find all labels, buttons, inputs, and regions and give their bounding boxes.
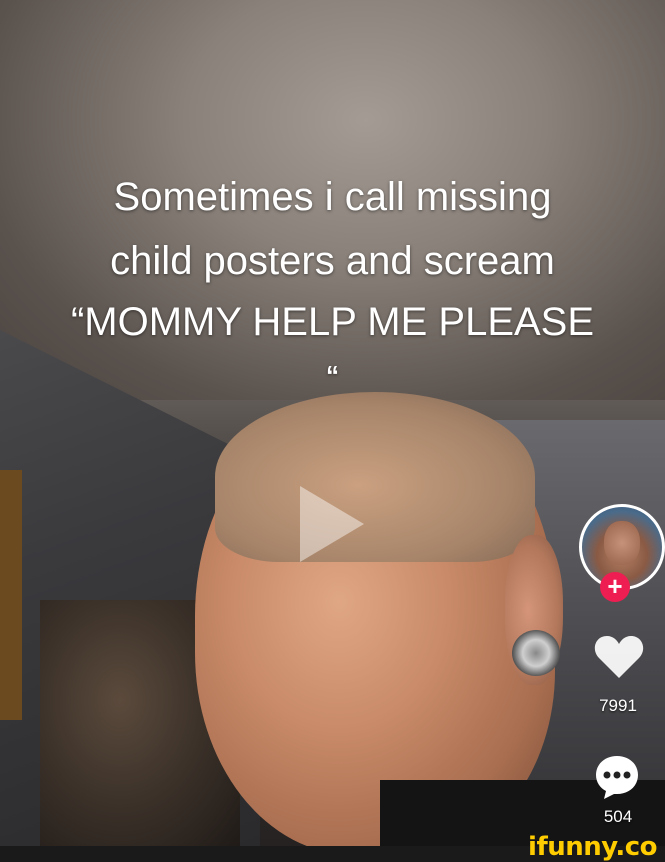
caption-line-2: child posters and scream	[110, 239, 555, 283]
person-scalp	[215, 392, 535, 562]
comments-count: 504	[603, 807, 633, 826]
caption-line-4: “	[326, 360, 339, 390]
caption-line-3: “MOMMY HELP ME PLEASE	[70, 300, 595, 344]
likes-count: 7991	[599, 696, 637, 715]
comment-icon[interactable]	[592, 752, 642, 802]
caption-line-1: Sometimes i call missing	[113, 175, 552, 219]
video-frame[interactable]: Sometimes i call missing child posters a…	[0, 0, 665, 848]
heart-icon[interactable]	[593, 632, 645, 682]
play-icon[interactable]	[300, 486, 364, 562]
avatar-face	[604, 521, 640, 565]
ear-gauge	[512, 630, 560, 676]
ifunny-watermark: ifunny.co	[528, 832, 657, 862]
background-shelf	[0, 470, 22, 720]
follow-button[interactable]: +	[600, 572, 630, 602]
